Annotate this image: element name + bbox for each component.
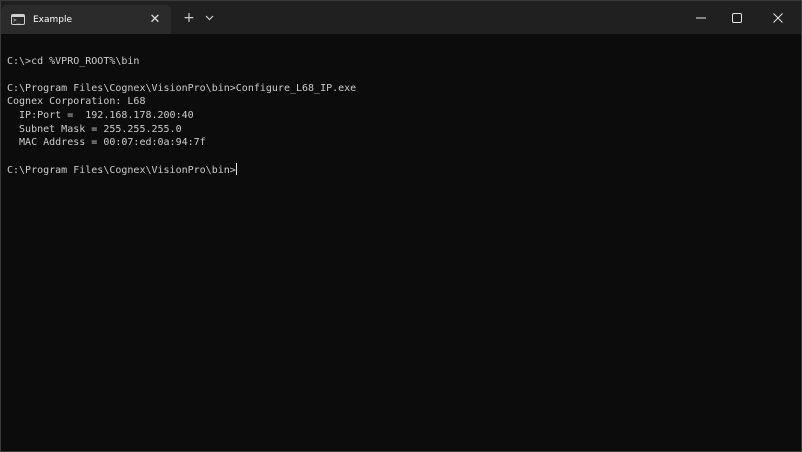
close-icon bbox=[773, 12, 783, 23]
terminal-window: >_ Example ✕ + C:\>cd %VPRO_ROOT%\bin C:… bbox=[0, 0, 802, 452]
text-cursor bbox=[235, 163, 237, 176]
terminal-line-text: Subnet Mask = 255.255.255.0 bbox=[7, 123, 182, 135]
chevron-down-icon bbox=[205, 15, 213, 21]
minimize-icon bbox=[696, 17, 706, 18]
maximize-icon bbox=[732, 12, 742, 23]
terminal-line: MAC Address = 00:07:ed:0a:94:7f bbox=[7, 136, 801, 150]
terminal-line: C:\>cd %VPRO_ROOT%\bin bbox=[7, 55, 801, 69]
tab-title: Example bbox=[33, 14, 73, 25]
title-bar-drag-area[interactable] bbox=[217, 1, 683, 34]
terminal-line-text: C:\>cd %VPRO_ROOT%\bin bbox=[7, 55, 140, 67]
terminal-line: Subnet Mask = 255.255.255.0 bbox=[7, 123, 801, 137]
title-bar[interactable]: >_ Example ✕ + bbox=[1, 1, 801, 34]
terminal-line: C:\Program Files\Cognex\VisionPro\bin>Co… bbox=[7, 82, 801, 96]
minimize-button[interactable] bbox=[683, 1, 719, 34]
tab-close-button[interactable]: ✕ bbox=[147, 12, 163, 28]
maximize-button[interactable] bbox=[719, 1, 755, 34]
tab-dropdown-button[interactable] bbox=[201, 7, 217, 29]
terminal-icon: >_ bbox=[11, 14, 25, 25]
terminal-output[interactable]: C:\>cd %VPRO_ROOT%\bin C:\Program Files\C… bbox=[1, 34, 801, 451]
close-button[interactable] bbox=[755, 1, 801, 34]
terminal-line-text: IP:Port = 192.168.178.200:40 bbox=[7, 109, 194, 121]
new-tab-button[interactable]: + bbox=[179, 7, 199, 29]
tab-example[interactable]: >_ Example ✕ bbox=[1, 5, 171, 34]
terminal-line-text: C:\Program Files\Cognex\VisionPro\bin> bbox=[7, 165, 236, 177]
terminal-line: IP:Port = 192.168.178.200:40 bbox=[7, 109, 801, 123]
terminal-line: Cognex Corporation: L68 bbox=[7, 95, 801, 109]
terminal-line: C:\Program Files\Cognex\VisionPro\bin> bbox=[7, 163, 801, 177]
terminal-icon-prompt: >_ bbox=[13, 17, 21, 24]
terminal-line-text: C:\Program Files\Cognex\VisionPro\bin>Co… bbox=[7, 82, 357, 94]
terminal-line-text: Cognex Corporation: L68 bbox=[7, 96, 146, 108]
terminal-line-text: MAC Address = 00:07:ed:0a:94:7f bbox=[7, 137, 206, 149]
